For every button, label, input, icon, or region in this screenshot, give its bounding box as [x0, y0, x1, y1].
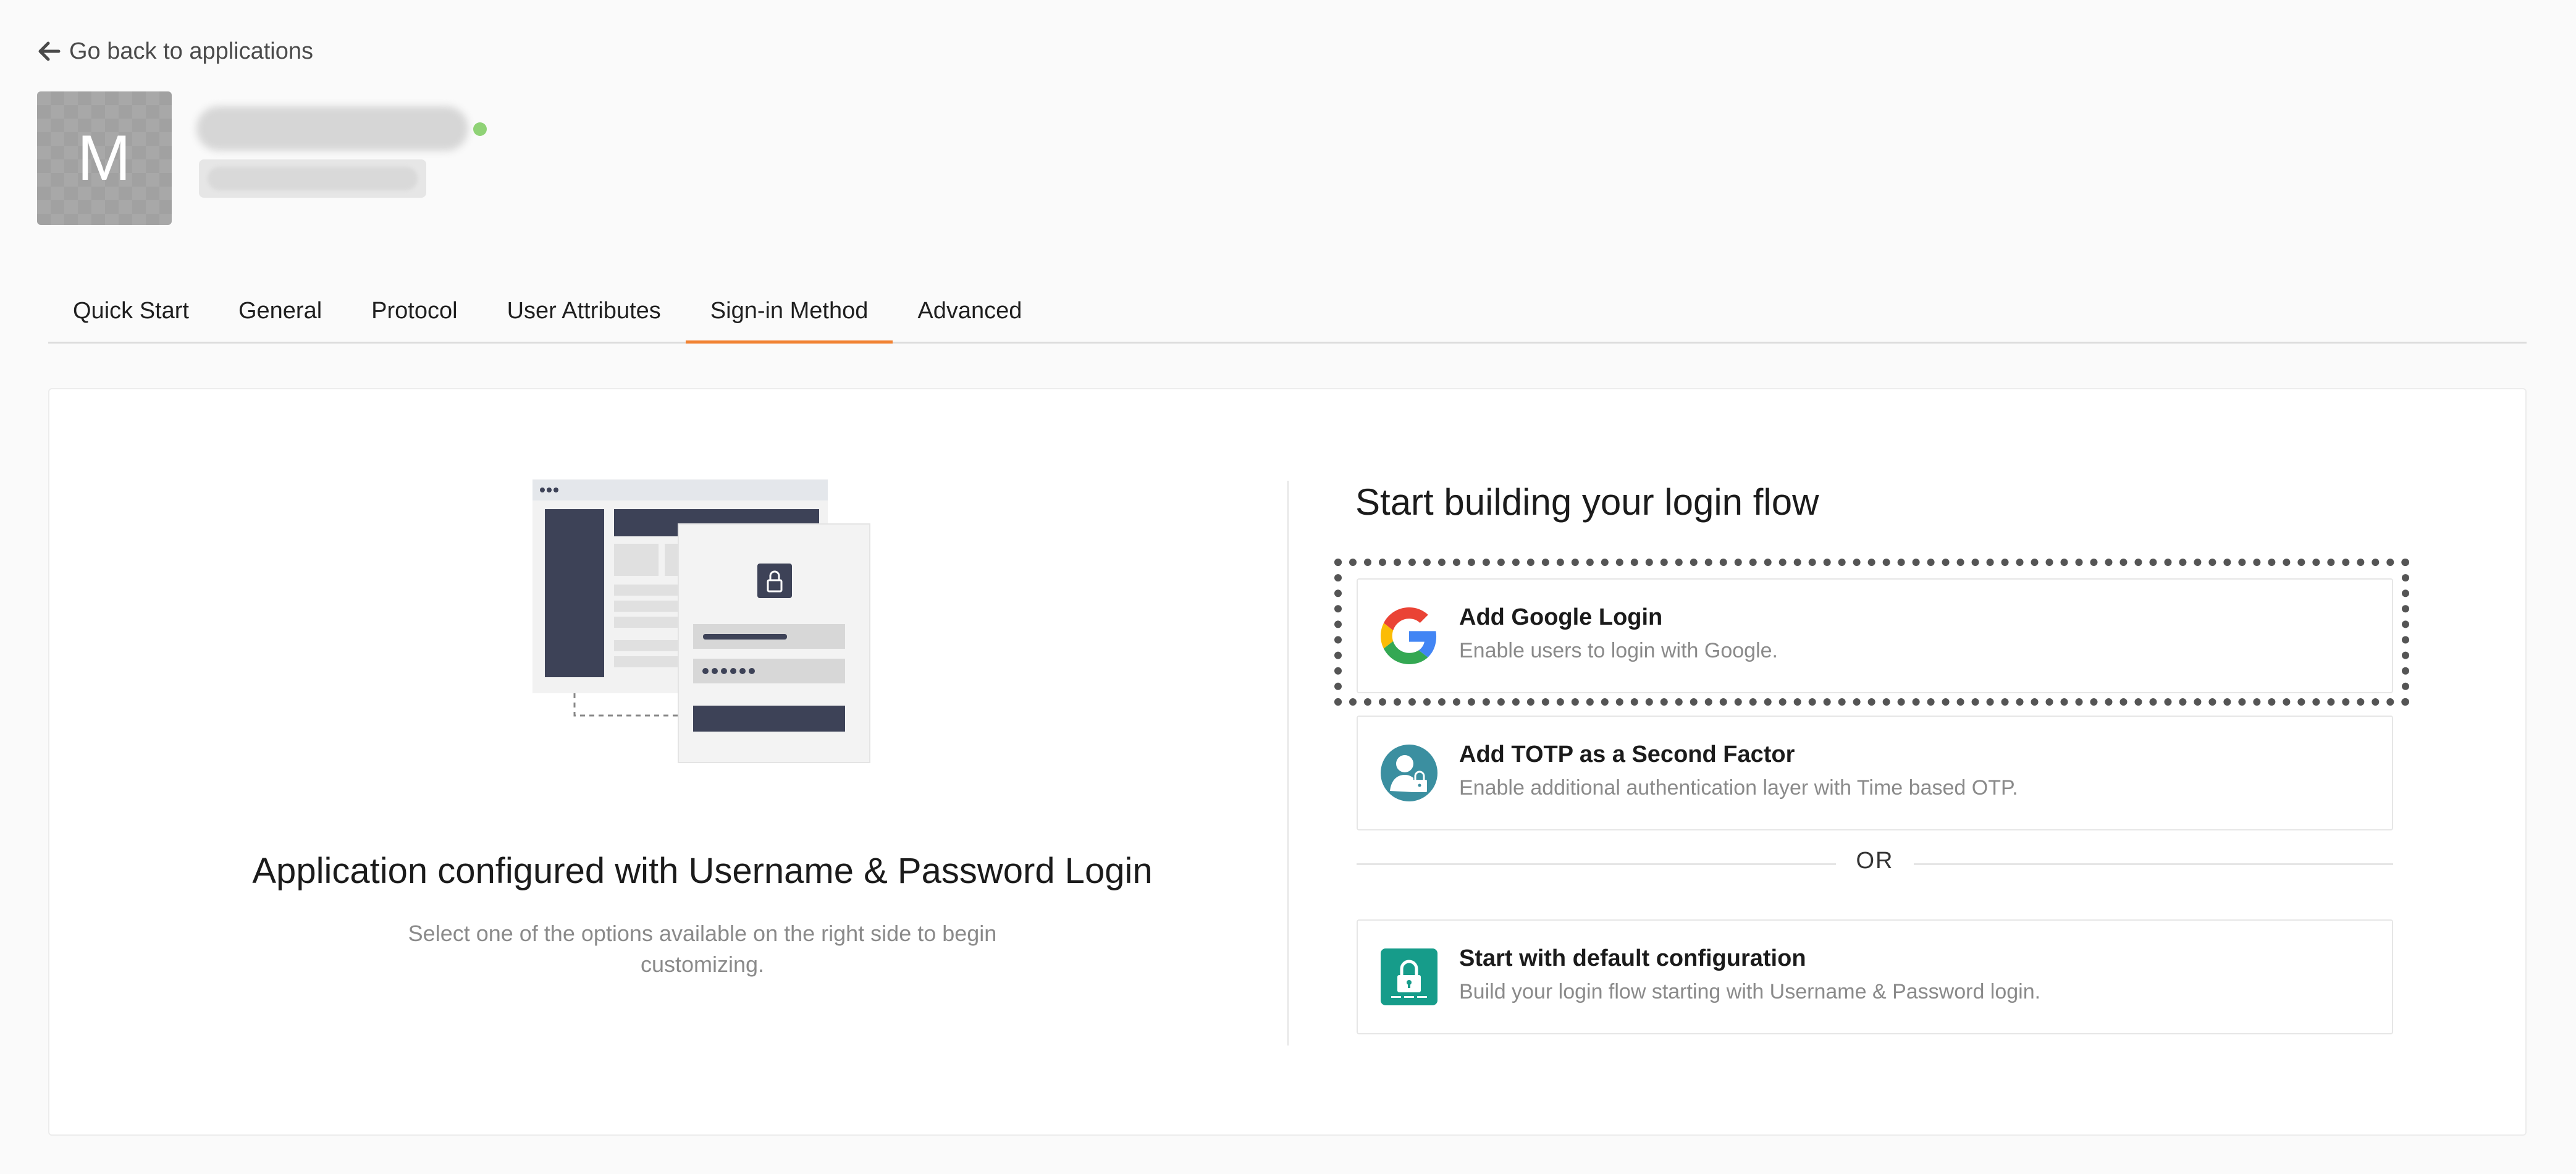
application-description-redacted	[199, 159, 426, 198]
tab-general[interactable]: General	[214, 280, 347, 342]
or-label: OR	[1856, 848, 1894, 874]
tab-user-attributes[interactable]: User Attributes	[482, 280, 686, 342]
tab-label: General	[238, 297, 322, 324]
login-flow-title: Start building your login flow	[1355, 481, 1819, 523]
panel-divider	[1287, 481, 1289, 1045]
option-title: Add Google Login	[1459, 604, 1663, 630]
configuration-title: Application configured with Username & P…	[252, 851, 1153, 891]
tab-bar: Quick Start General Protocol User Attrib…	[48, 281, 2527, 344]
application-avatar: M	[37, 91, 172, 225]
option-description: Enable users to login with Google.	[1459, 639, 1778, 662]
arrow-left-icon	[38, 41, 61, 61]
google-logo-icon	[1380, 607, 1438, 665]
tab-quick-start[interactable]: Quick Start	[48, 280, 214, 342]
tab-sign-in-method[interactable]: Sign-in Method	[685, 280, 893, 344]
add-totp-second-factor-option[interactable]: Add TOTP as a Second Factor Enable addit…	[1357, 716, 2393, 830]
login-form-illustration	[532, 479, 870, 763]
sign-in-method-card: Application configured with Username & P…	[48, 388, 2527, 1136]
separator-line-right	[1914, 863, 2393, 865]
avatar-letter: M	[77, 122, 132, 194]
option-title: Start with default configuration	[1459, 945, 1806, 971]
tab-label: User Attributes	[507, 297, 661, 324]
current-configuration-panel: Application configured with Username & P…	[49, 389, 1286, 1134]
tab-label: Advanced	[917, 297, 1022, 324]
status-indicator-dot	[473, 122, 487, 136]
option-description: Build your login flow starting with User…	[1459, 980, 2041, 1003]
application-name-redacted	[196, 106, 468, 151]
tab-label: Quick Start	[73, 297, 189, 324]
totp-user-lock-icon	[1380, 744, 1438, 802]
or-separator: OR	[1357, 848, 2393, 879]
option-title: Add TOTP as a Second Factor	[1459, 741, 1795, 767]
tab-label: Sign-in Method	[710, 297, 869, 324]
option-description: Enable additional authentication layer w…	[1459, 776, 2018, 800]
configuration-description: Select one of the options available on t…	[49, 918, 1355, 980]
description-line-1: Select one of the options available on t…	[408, 921, 997, 946]
back-to-applications-link[interactable]: Go back to applications	[38, 36, 313, 67]
add-google-login-option[interactable]: Add Google Login Enable users to login w…	[1357, 578, 2393, 693]
tab-label: Protocol	[371, 297, 458, 324]
start-with-default-configuration-option[interactable]: Start with default configuration Build y…	[1357, 919, 2393, 1034]
tab-advanced[interactable]: Advanced	[893, 280, 1046, 342]
padlock-icon	[1380, 948, 1438, 1006]
description-line-2: customizing.	[640, 952, 765, 977]
tab-protocol[interactable]: Protocol	[347, 280, 482, 342]
back-link-label: Go back to applications	[69, 38, 314, 64]
